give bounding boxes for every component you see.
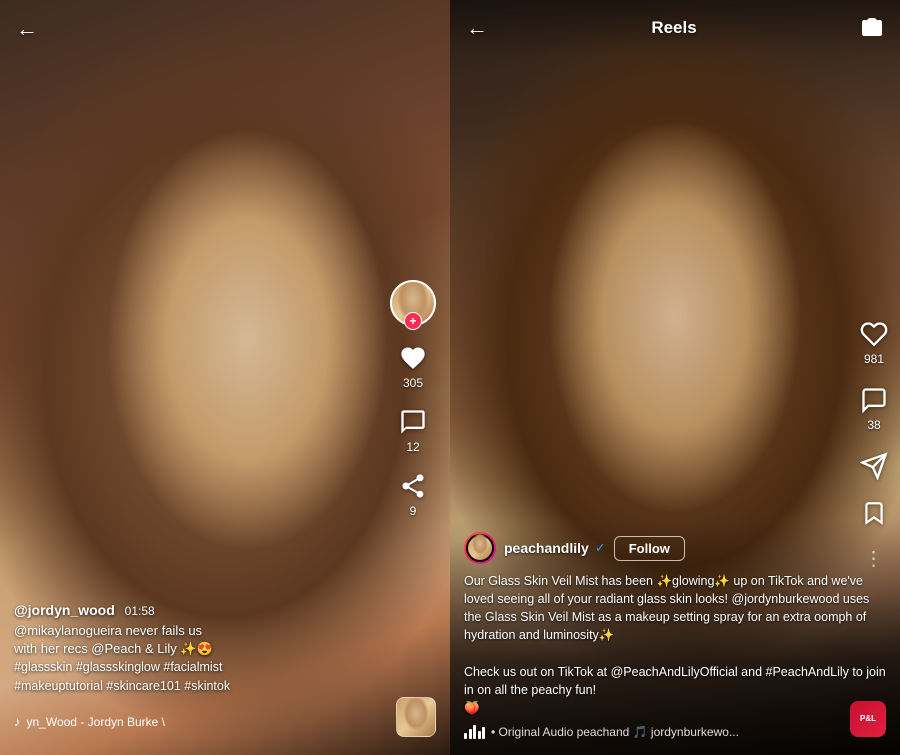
ig-heart-icon bbox=[860, 320, 888, 348]
like-count: 305 bbox=[403, 376, 423, 390]
ig-avatar-inner bbox=[466, 534, 494, 562]
ig-bottom-overlay: peachandlily ✓ Follow Our Glass Skin Vei… bbox=[450, 520, 900, 755]
comment-icon bbox=[399, 408, 427, 436]
audio-text: • Original Audio peachand 🎵 jordynburkew… bbox=[491, 725, 739, 739]
ig-username[interactable]: peachandlily bbox=[504, 540, 589, 556]
audio-bars-icon bbox=[464, 725, 485, 739]
ig-like-button[interactable]: 981 bbox=[860, 320, 888, 366]
ig-share-button[interactable] bbox=[860, 452, 888, 480]
instagram-header: ← Reels bbox=[450, 0, 900, 56]
tiktok-action-icons: + 305 12 9 bbox=[390, 280, 436, 518]
reels-title: Reels bbox=[488, 18, 860, 38]
ig-comment-icon bbox=[860, 386, 888, 414]
tiktok-caption-area: @jordyn_wood 01:58 @mikaylanogueira neve… bbox=[14, 602, 230, 695]
app-container: ← + 305 12 bbox=[0, 0, 900, 755]
instagram-panel: ← Reels 981 38 bbox=[450, 0, 900, 755]
back-arrow-right[interactable]: ← bbox=[466, 15, 488, 41]
ig-comment-count: 38 bbox=[867, 418, 880, 432]
tiktok-caption: @mikaylanogueira never fails us with her… bbox=[14, 622, 230, 695]
music-note-icon: ♪ bbox=[14, 714, 21, 729]
follow-plus-badge[interactable]: + bbox=[404, 312, 422, 330]
music-bar: ♪ yn_Wood - Jordyn Burke \ bbox=[14, 714, 165, 729]
ig-comment-button[interactable]: 38 bbox=[860, 386, 888, 432]
camera-icon[interactable] bbox=[860, 16, 884, 40]
ig-caption: Our Glass Skin Veil Mist has been ✨glowi… bbox=[464, 572, 886, 717]
ig-avatar bbox=[464, 532, 496, 564]
ig-share-icon bbox=[860, 452, 888, 480]
ig-username-row: peachandlily ✓ bbox=[504, 540, 606, 556]
music-text: yn_Wood - Jordyn Burke \ bbox=[27, 715, 166, 729]
verified-badge: ✓ bbox=[595, 540, 606, 556]
ig-like-count: 981 bbox=[864, 352, 884, 366]
ig-user-row: peachandlily ✓ Follow bbox=[464, 532, 886, 564]
left-header: ← bbox=[16, 16, 38, 42]
back-arrow-left[interactable]: ← bbox=[16, 16, 38, 41]
tiktok-username: @jordyn_wood 01:58 bbox=[14, 602, 230, 618]
share-button[interactable]: 9 bbox=[399, 472, 427, 518]
tiktok-panel: ← + 305 12 bbox=[0, 0, 450, 755]
comment-count: 12 bbox=[406, 440, 419, 454]
follow-button[interactable]: Follow bbox=[614, 536, 685, 561]
ig-audio-bar[interactable]: • Original Audio peachand 🎵 jordynburkew… bbox=[464, 725, 886, 739]
heart-icon bbox=[399, 344, 427, 372]
share-icon bbox=[399, 472, 427, 500]
comment-button[interactable]: 12 bbox=[399, 408, 427, 454]
like-button[interactable]: 305 bbox=[399, 344, 427, 390]
peachandlily-logo: P&L bbox=[850, 701, 886, 737]
bottom-right-avatar bbox=[396, 697, 436, 737]
tiktok-avatar-container: + bbox=[390, 280, 436, 326]
share-count: 9 bbox=[410, 504, 417, 518]
